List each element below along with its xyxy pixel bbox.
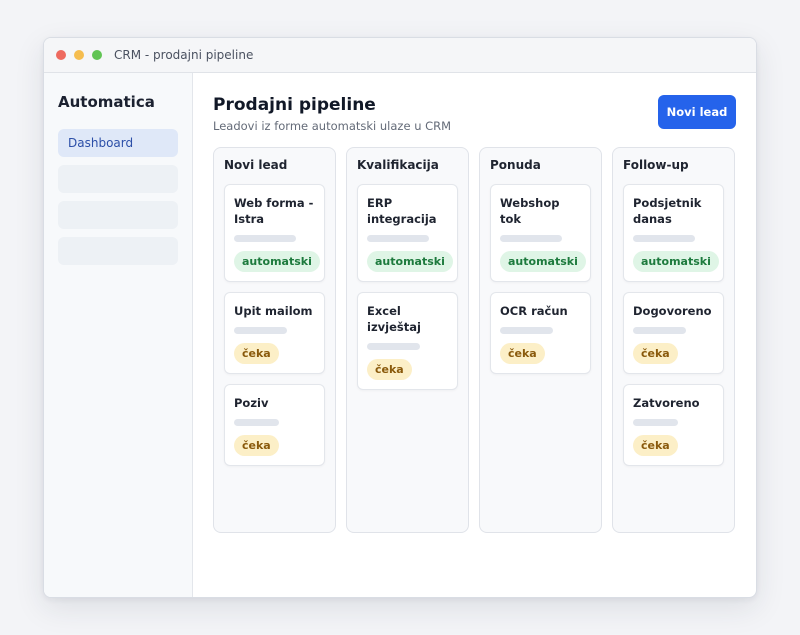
lead-card[interactable]: Excel izvještaj čeka (357, 292, 458, 390)
status-badge: čeka (234, 435, 279, 456)
lead-card[interactable]: Zatvoreno čeka (623, 384, 724, 466)
card-detail-placeholder (633, 235, 695, 242)
pipeline-board: Novi lead Web forma - Istra automatski U… (213, 147, 736, 533)
lead-card[interactable]: Poziv čeka (224, 384, 325, 466)
card-title: Dogovoreno (633, 304, 712, 318)
title-bar: CRM - prodajni pipeline (44, 38, 756, 73)
card-title: Upit mailom (234, 304, 313, 318)
card-title: Excel izvještaj (367, 304, 421, 334)
app-body: Automatica Dashboard Prodajni pipeline L… (44, 73, 756, 597)
brand-name: Automatica (58, 93, 155, 111)
card-detail-placeholder (367, 343, 420, 350)
pipeline-column: Follow-up Podsjetnik danas automatski Do… (612, 147, 735, 533)
status-badge: čeka (367, 359, 412, 380)
status-badge: čeka (234, 343, 279, 364)
close-window-button[interactable] (56, 50, 66, 60)
card-title: Podsjetnik danas (633, 196, 702, 226)
app-window: CRM - prodajni pipeline Automatica Dashb… (43, 37, 757, 598)
card-title: ERP integracija (367, 196, 437, 226)
card-detail-placeholder (500, 327, 553, 334)
sidebar-item-placeholder[interactable] (58, 165, 178, 193)
card-detail-placeholder (500, 235, 562, 242)
status-badge: automatski (234, 251, 320, 272)
minimize-window-button[interactable] (74, 50, 84, 60)
column-title: Kvalifikacija (357, 158, 439, 172)
maximize-window-button[interactable] (92, 50, 102, 60)
main-content: Prodajni pipeline Leadovi iz forme autom… (193, 73, 756, 597)
card-title: OCR račun (500, 304, 568, 318)
lead-card[interactable]: Webshop tok automatski (490, 184, 591, 282)
card-detail-placeholder (234, 235, 296, 242)
card-detail-placeholder (234, 327, 287, 334)
pipeline-column: Ponuda Webshop tok automatski OCR račun … (479, 147, 602, 533)
status-badge: automatski (367, 251, 453, 272)
column-title: Ponuda (490, 158, 541, 172)
status-badge: automatski (500, 251, 586, 272)
sidebar: Automatica Dashboard (44, 73, 193, 597)
lead-card[interactable]: Dogovoreno čeka (623, 292, 724, 374)
pipeline-column: Kvalifikacija ERP integracija automatski… (346, 147, 469, 533)
card-detail-placeholder (633, 327, 686, 334)
card-title: Zatvoreno (633, 396, 700, 410)
card-detail-placeholder (633, 419, 678, 426)
lead-card[interactable]: Web forma - Istra automatski (224, 184, 325, 282)
card-detail-placeholder (367, 235, 429, 242)
status-badge: čeka (633, 435, 678, 456)
pipeline-column: Novi lead Web forma - Istra automatski U… (213, 147, 336, 533)
sidebar-item-label: Dashboard (68, 136, 134, 150)
sidebar-item-dashboard[interactable]: Dashboard (58, 129, 178, 157)
card-detail-placeholder (234, 419, 279, 426)
new-lead-button[interactable]: Novi lead (658, 95, 736, 129)
sidebar-item-placeholder[interactable] (58, 201, 178, 229)
column-title: Novi lead (224, 158, 288, 172)
lead-card[interactable]: ERP integracija automatski (357, 184, 458, 282)
status-badge: čeka (633, 343, 678, 364)
card-title: Poziv (234, 396, 269, 410)
column-title: Follow-up (623, 158, 689, 172)
window-title: CRM - prodajni pipeline (114, 48, 254, 62)
lead-card[interactable]: Podsjetnik danas automatski (623, 184, 724, 282)
sidebar-item-placeholder[interactable] (58, 237, 178, 265)
card-title: Webshop tok (500, 196, 560, 226)
lead-card[interactable]: Upit mailom čeka (224, 292, 325, 374)
lead-card[interactable]: OCR račun čeka (490, 292, 591, 374)
status-badge: automatski (633, 251, 719, 272)
status-badge: čeka (500, 343, 545, 364)
card-title: Web forma - Istra (234, 196, 314, 226)
